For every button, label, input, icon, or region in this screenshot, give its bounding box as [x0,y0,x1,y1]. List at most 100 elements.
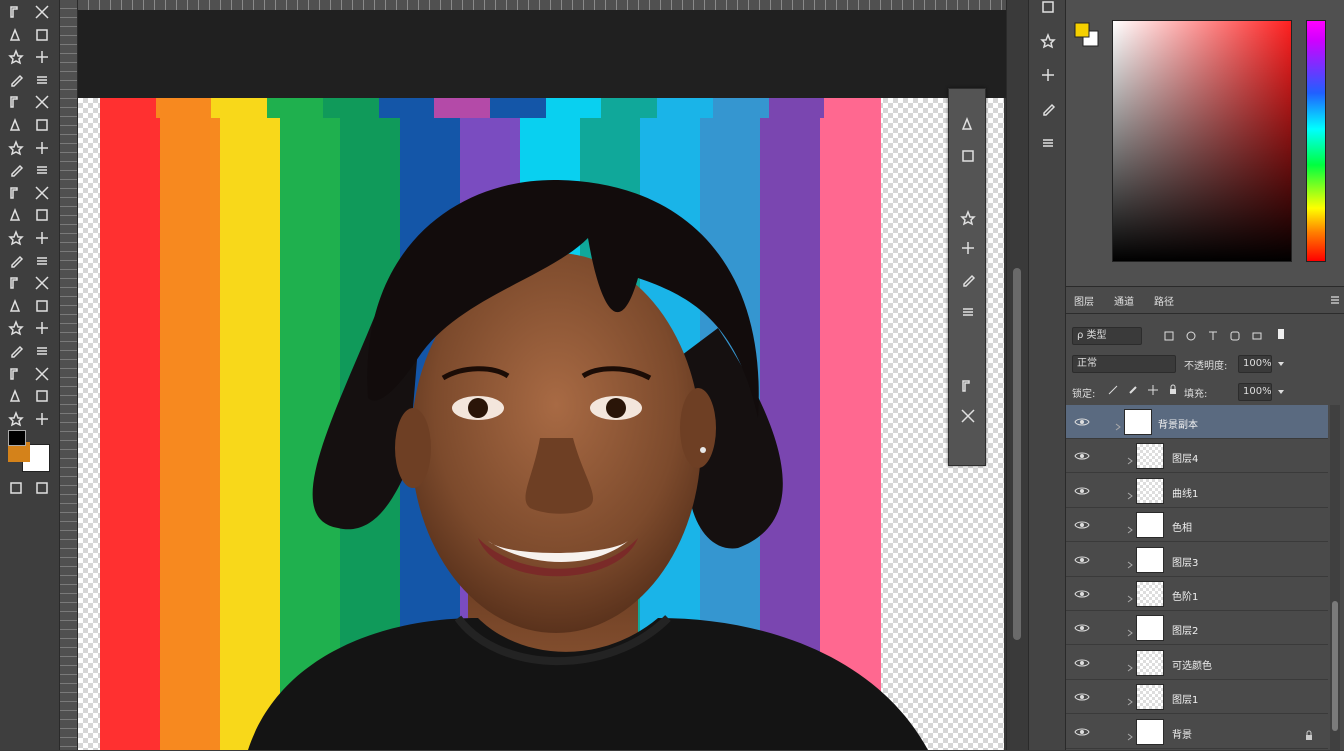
lasso-icon[interactable] [4,25,28,45]
custom-shape-icon[interactable] [30,364,54,384]
fg-bg-swatch-icon[interactable] [1074,22,1100,48]
star-icon[interactable] [956,269,980,291]
canvas-scrollbar[interactable] [1006,0,1028,750]
pin-icon[interactable] [956,301,980,323]
visibility-eye-icon[interactable] [1074,620,1090,636]
fill-input[interactable]: 100% [1238,383,1272,401]
chevron-right-icon[interactable] [1126,658,1134,672]
visibility-eye-icon[interactable] [1074,586,1090,602]
eraser-icon[interactable] [4,205,28,225]
clone-stamp-icon[interactable] [4,160,28,180]
layer-row[interactable]: 曲线1 [1066,474,1328,508]
scissors-icon[interactable] [956,113,980,135]
properties-icon[interactable] [1034,62,1062,88]
path-select-icon[interactable] [4,341,28,361]
blend-mode-select[interactable]: 正常 [1072,355,1176,373]
chevron-right-icon[interactable] [1126,589,1134,603]
dodge-icon[interactable] [4,273,28,293]
chevron-right-icon[interactable] [1126,520,1134,534]
healing-icon[interactable] [4,115,28,135]
lock-pixels-icon[interactable] [1106,383,1120,397]
lock-position-icon[interactable] [1146,383,1160,397]
visibility-eye-icon[interactable] [1074,724,1090,740]
filter-pixel-icon[interactable] [1162,329,1176,343]
sharpen-icon[interactable] [30,251,54,271]
blur-icon[interactable] [4,251,28,271]
marquee-icon[interactable] [30,2,54,22]
pencil-icon[interactable] [30,138,54,158]
quick-select-icon[interactable] [30,47,54,67]
zoom-icon[interactable] [4,409,28,429]
align-icon[interactable] [956,237,980,259]
chevron-right-icon[interactable] [1126,555,1134,568]
ruler-icon[interactable] [30,92,54,112]
layers-scrollbar[interactable] [1330,405,1340,751]
tab-layers[interactable]: 图层 [1074,293,1094,308]
freeform-pen-icon[interactable] [30,296,54,316]
chevron-right-icon[interactable] [1114,417,1122,431]
direct-select-icon[interactable] [30,341,54,361]
filter-shape-icon[interactable] [1228,329,1242,343]
move-icon[interactable] [4,2,28,22]
eyedropper-icon[interactable] [4,92,28,112]
polygon-lasso-icon[interactable] [30,25,54,45]
layer-row[interactable]: 色相 [1066,508,1328,543]
layer-row[interactable]: 可选颜色 [1066,646,1328,680]
layer-row[interactable]: 图层3 [1066,543,1328,577]
fill-dropdown-icon[interactable] [1274,385,1288,399]
layer-row[interactable]: 图层2 [1066,611,1328,646]
paint-bucket-icon[interactable] [30,228,54,248]
bg-eraser-icon[interactable] [30,205,54,225]
slice-icon[interactable] [30,70,54,90]
lock-paint-icon[interactable] [1126,383,1140,397]
patch-icon[interactable] [30,115,54,135]
notes-icon[interactable] [30,409,54,429]
burn-icon[interactable] [30,273,54,293]
visibility-eye-icon[interactable] [1074,552,1090,568]
chevron-right-icon[interactable] [1126,692,1134,706]
crop-icon[interactable] [4,70,28,90]
history-icon[interactable] [1034,0,1062,20]
filter-type-icon[interactable] [1206,329,1220,343]
swatches-icon[interactable] [1034,28,1062,54]
rotate-view-icon[interactable] [30,386,54,406]
chevron-right-icon[interactable] [1126,486,1134,500]
ramp-icon[interactable] [956,405,980,427]
visibility-eye-icon[interactable] [1074,517,1090,533]
color-field[interactable] [1112,20,1292,262]
canvas-scrollbar-thumb[interactable] [1013,268,1021,640]
filter-adjust-icon[interactable] [1184,329,1198,343]
visibility-eye-icon[interactable] [1074,655,1090,671]
hue-slider[interactable] [1306,20,1326,262]
type-path-icon[interactable] [956,207,980,229]
adjust-icon[interactable] [1034,96,1062,122]
vertical-type-icon[interactable] [30,318,54,338]
frame-icon[interactable] [956,145,980,167]
type-icon[interactable] [4,318,28,338]
history-brush-icon[interactable] [4,183,28,203]
visibility-eye-icon[interactable] [1074,483,1090,499]
layer-row[interactable]: 背景 [1066,715,1328,749]
brush-settings-icon[interactable] [1034,130,1062,156]
screen-mode-icon[interactable] [30,478,54,498]
art-history-icon[interactable] [30,183,54,203]
opacity-input[interactable]: 100% [1238,355,1272,373]
gradient-icon[interactable] [4,228,28,248]
visibility-eye-icon[interactable] [1074,689,1090,705]
shape-icon[interactable] [4,364,28,384]
magic-wand-icon[interactable] [4,47,28,67]
pattern-stamp-icon[interactable] [30,160,54,180]
chevron-right-icon[interactable] [1126,623,1134,637]
panel-menu-icon[interactable] [1328,293,1342,307]
grid-icon[interactable] [956,375,980,397]
foreground-color-swatch[interactable] [8,430,26,446]
visibility-eye-icon[interactable] [1074,448,1090,464]
filter-smart-icon[interactable] [1250,329,1264,343]
pen-icon[interactable] [4,296,28,316]
tab-paths[interactable]: 路径 [1154,293,1174,308]
lock-all-icon[interactable] [1166,383,1180,397]
visibility-eye-icon[interactable] [1074,414,1090,430]
chevron-right-icon[interactable] [1126,727,1134,740]
layer-row[interactable]: 背景副本 [1066,405,1328,439]
layer-row[interactable]: 图层1 [1066,680,1328,715]
